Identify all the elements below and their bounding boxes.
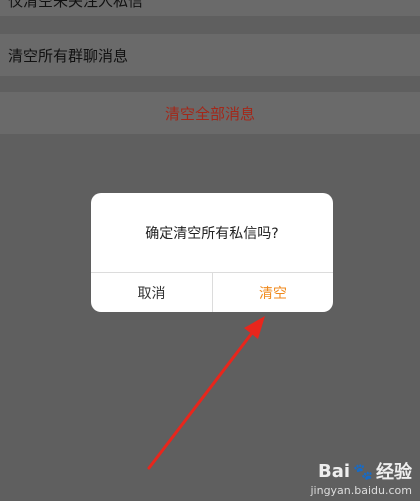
watermark-brand-right: 经验 [376,462,412,483]
baidu-jingyan-watermark: Bai 🐾 经验 jingyan.baidu.com [310,458,412,498]
paw-icon: 🐾 [353,461,373,481]
watermark-url: jingyan.baidu.com [310,484,412,497]
red-arrow-annotation [147,316,265,470]
watermark-brand-left: Bai [318,460,351,482]
